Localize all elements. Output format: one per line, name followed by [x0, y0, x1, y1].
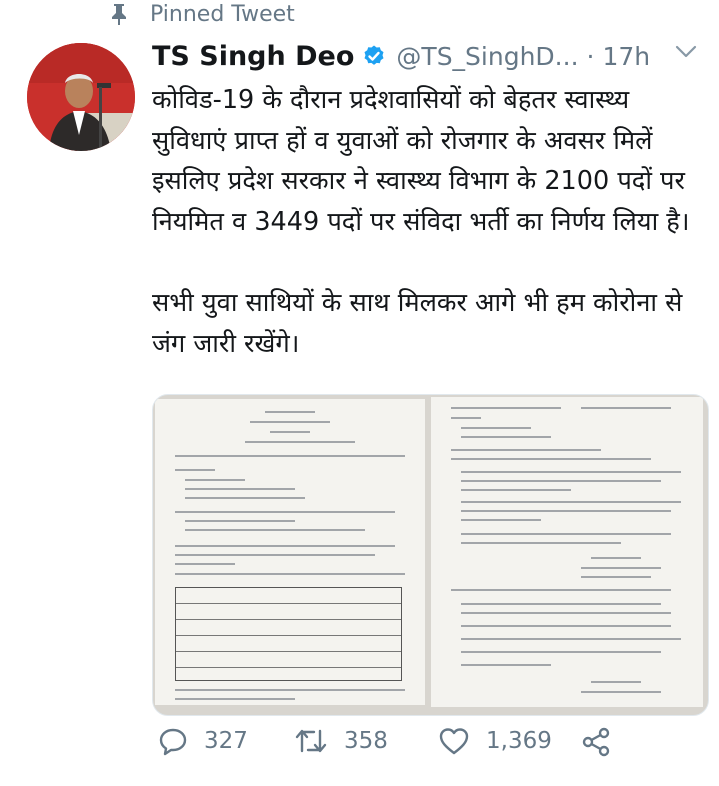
retweet-count: 358: [344, 728, 388, 754]
tweet-paragraph: कोविड-19 के दौरान प्रदेशवासियों को बेहतर…: [152, 85, 690, 237]
share-icon: [582, 727, 610, 757]
separator-dot: ·: [586, 41, 595, 71]
tweet-media[interactable]: [152, 394, 709, 716]
pinned-label: Pinned Tweet: [150, 1, 295, 27]
tweet-timestamp[interactable]: 17h: [602, 42, 650, 71]
tweet-text: कोविड-19 के दौरान प्रदेशवासियों को बेहतर…: [152, 80, 707, 364]
chevron-down-icon[interactable]: [675, 44, 697, 60]
reply-icon: [159, 728, 187, 756]
verified-badge-icon: [364, 45, 384, 65]
document-image-left[interactable]: [155, 399, 425, 705]
tweet-actions: 327 358 1,369: [152, 726, 712, 766]
retweet-icon: [295, 729, 327, 753]
pinned-tweet-indicator: Pinned Tweet: [110, 0, 295, 28]
avatar[interactable]: [27, 43, 135, 151]
author-name[interactable]: TS Singh Deo: [152, 41, 354, 72]
retweet-button[interactable]: 358: [294, 726, 388, 756]
reply-count: 327: [204, 728, 248, 754]
tweet-paragraph: सभी युवा साथियों के साथ मिलकर आगे भी हम …: [152, 288, 683, 359]
heart-icon: [439, 728, 469, 755]
like-count: 1,369: [486, 728, 552, 754]
tweet-header: TS Singh Deo @TS_SinghD... · 17h: [152, 36, 712, 76]
like-button[interactable]: 1,369: [438, 726, 552, 756]
document-image-right[interactable]: [431, 397, 703, 707]
reply-button[interactable]: 327: [158, 726, 248, 756]
author-handle[interactable]: @TS_SinghD...: [396, 42, 578, 71]
pin-icon: [112, 4, 126, 25]
share-button[interactable]: [580, 726, 628, 758]
